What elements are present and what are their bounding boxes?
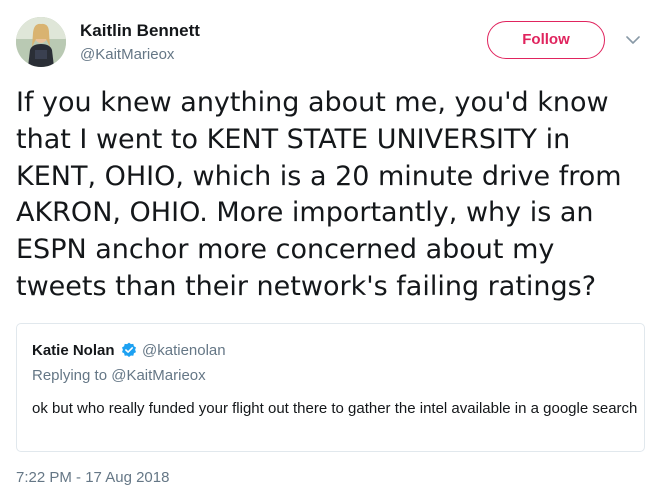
tweet-card: Kaitlin Bennett @KaitMarieox Follow If y… xyxy=(0,0,667,495)
follow-button[interactable]: Follow xyxy=(487,21,605,59)
tweet-timestamp[interactable]: 7:22 PM - 17 Aug 2018 xyxy=(16,469,169,486)
quoted-author-name: Katie Nolan xyxy=(32,342,115,359)
author-handle[interactable]: @KaitMarieox xyxy=(80,46,174,63)
quoted-tweet-text: ok but who really funded your flight out… xyxy=(32,400,638,417)
tweet-text-line: that I went to KENT STATE UNIVERSITY in xyxy=(16,123,571,155)
quoted-author-handle: @katienolan xyxy=(142,342,226,359)
author-name[interactable]: Kaitlin Bennett xyxy=(80,21,200,41)
tweet-text: If you knew anything about me, you'd kno… xyxy=(16,85,646,306)
tweet-text-line: tweets than their network's failing rati… xyxy=(16,270,597,302)
tweet-text-line: ESPN anchor more concerned about my xyxy=(16,234,555,266)
profile-photo-icon xyxy=(16,17,66,67)
quoted-tweet[interactable]: Katie Nolan @katienolan Replying to @Kai… xyxy=(16,323,645,452)
tweet-text-line: KENT, OHIO, which is a 20 minute drive f… xyxy=(16,160,622,192)
replying-to-label: Replying to @KaitMarieox xyxy=(32,367,206,384)
tweet-text-line: If you knew anything about me, you'd kno… xyxy=(16,87,609,118)
chevron-down-icon[interactable] xyxy=(624,31,642,49)
verified-badge-icon xyxy=(121,342,137,358)
avatar[interactable] xyxy=(16,17,66,67)
tweet-text-line: AKRON, OHIO. More importantly, why is an xyxy=(16,197,594,229)
